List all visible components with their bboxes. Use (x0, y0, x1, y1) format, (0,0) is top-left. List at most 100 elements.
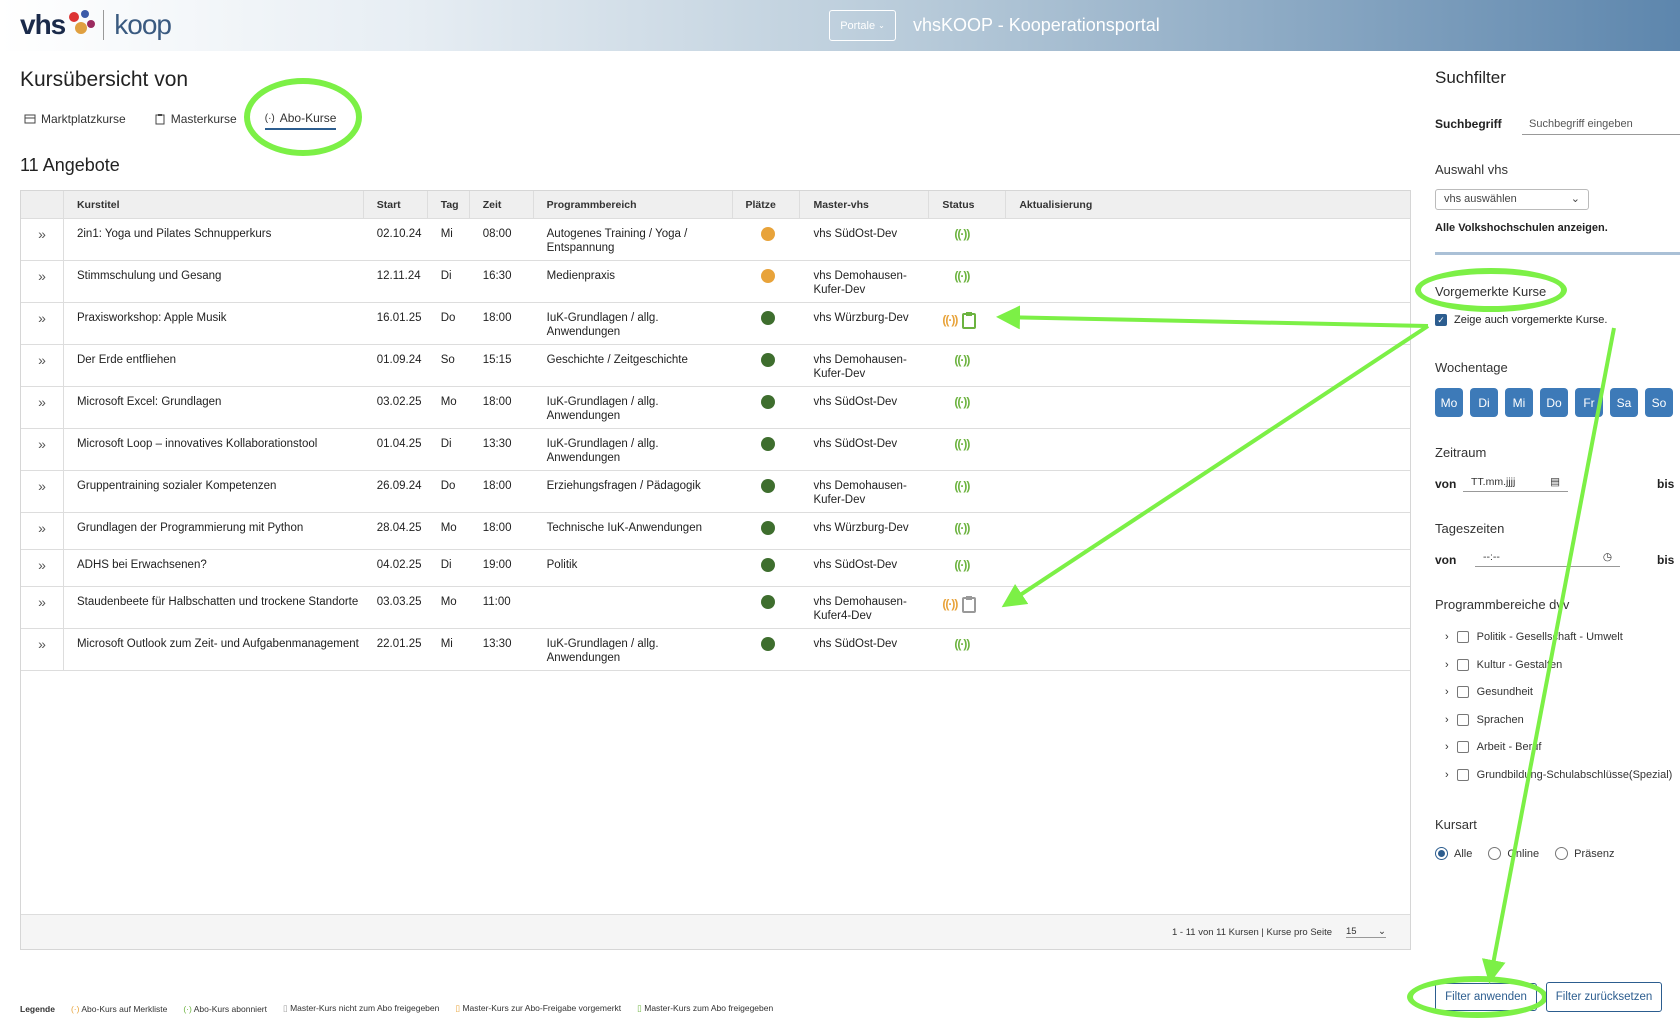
portale-label: Portale (840, 19, 876, 32)
expand-row-button[interactable]: » (21, 219, 64, 260)
marked-checkbox-row[interactable]: ✓ Zeige auch vorgemerkte Kurse. (1435, 314, 1607, 326)
expand-row-button[interactable]: » (21, 471, 64, 512)
date-from-input[interactable]: TT.mm.jjjj ▤ (1463, 474, 1568, 492)
expand-row-button[interactable]: » (21, 387, 64, 428)
double-chevron-right-icon: » (38, 636, 46, 652)
cell-status: ((·)) (929, 513, 1006, 549)
weekday-sa[interactable]: Sa (1610, 388, 1638, 417)
cell-master-vhs: vhs SüdOst-Dev (813, 396, 898, 408)
chevron-down-icon: ⌄ (1570, 193, 1580, 205)
status-icons: ((·)) (942, 311, 1006, 329)
kursart-radio-praesenz[interactable] (1555, 847, 1569, 860)
cell-plaetze (733, 513, 801, 549)
tab-marktplatzkurse[interactable]: Marktplatzkurse (24, 108, 126, 130)
weekday-fr[interactable]: Fr (1575, 388, 1603, 417)
expand-row-button[interactable]: » (21, 429, 64, 470)
expand-row-button[interactable]: » (21, 587, 64, 628)
programm-item[interactable]: › Sprachen (1445, 714, 1524, 726)
portale-dropdown[interactable]: Portale ⌄ (829, 10, 896, 41)
col-programmbereich[interactable]: Programmbereich (534, 191, 733, 218)
table-row[interactable]: » Stimmschulung und Gesang 12.11.24 Di 16:30… (21, 261, 1410, 303)
cell-programmbereich: IuK-Grundlagen / allg. Anwendungen (546, 438, 659, 464)
programm-item[interactable]: › Grundbildung-Schulabschlüsse(Spezial) (1445, 769, 1672, 781)
broadcast-subscribed-icon: ((·)) (954, 227, 970, 241)
col-kurstitel[interactable]: Kurstitel (64, 191, 364, 218)
clipboard-not-released-icon[interactable] (961, 595, 977, 613)
broadcast-subscribed-icon: ((·)) (954, 437, 970, 451)
clipboard-icon (155, 114, 165, 125)
clipboard-orange-icon: ▯ (455, 1003, 461, 1013)
cell-kurstitel: Grundlagen der Programmierung mit Python (76, 522, 304, 534)
kursart-radio-online[interactable] (1488, 847, 1502, 860)
expand-row-button[interactable]: » (21, 345, 64, 386)
cell-tag: Do (440, 480, 456, 492)
per-page-select[interactable]: 15 ⌄ (1346, 926, 1386, 938)
weekday-di[interactable]: Di (1470, 388, 1498, 417)
col-plaetze[interactable]: Plätze (733, 191, 801, 218)
table-row[interactable]: » Der Erde entfliehen 01.09.24 So 15:15 Gesch… (21, 345, 1410, 387)
weekdays-label: Wochentage (1435, 360, 1508, 375)
expand-row-button[interactable]: » (21, 550, 64, 586)
weekday-so[interactable]: So (1645, 388, 1673, 417)
expand-row-button[interactable]: » (21, 303, 64, 344)
cell-tag: Mo (440, 522, 457, 534)
legend-title: Legende (20, 1003, 55, 1014)
programm-checkbox[interactable] (1456, 714, 1469, 726)
programm-item[interactable]: › Kultur - Gestalten (1445, 659, 1562, 671)
offer-count: 11 Angebote (20, 155, 120, 175)
programm-item[interactable]: › Gesundheit (1445, 686, 1533, 698)
col-tag[interactable]: Tag (428, 191, 470, 218)
programm-checkbox[interactable] (1456, 686, 1469, 698)
programm-checkbox[interactable] (1456, 631, 1469, 643)
programm-checkbox[interactable] (1456, 769, 1469, 781)
table-row[interactable]: » Gruppentraining sozialer Kompetenzen 26.… (21, 471, 1410, 513)
table-row[interactable]: » Praxisworkshop: Apple Musik 16.01.25 Do 18… (21, 303, 1410, 345)
table-row[interactable]: » Microsoft Excel: Grundlagen 03.02.25 Mo 18… (21, 387, 1410, 429)
col-status[interactable]: Status (929, 191, 1007, 218)
reset-filter-button[interactable]: Filter zurücksetzen (1546, 982, 1662, 1012)
tab-label: Masterkurse (170, 112, 237, 126)
cell-zeit: 08:00 (482, 228, 512, 240)
table-row[interactable]: » ADHS bei Erwachsenen? 04.02.25 Di 19:00 Pol… (21, 550, 1410, 587)
clipboard-grey-icon: ▯ (283, 1003, 288, 1013)
programm-checkbox[interactable] (1456, 741, 1469, 753)
marked-checkbox[interactable]: ✓ (1435, 314, 1447, 326)
weekday-do[interactable]: Do (1540, 388, 1568, 417)
cell-master-vhs: vhs Demohausen-Kufer4-Dev (813, 596, 907, 622)
col-zeit[interactable]: Zeit (470, 191, 534, 218)
vhs-koop-logo[interactable]: vhs koop (20, 6, 172, 44)
table-row[interactable]: » 2in1: Yoga und Pilates Schnupperkurs 02.… (21, 219, 1410, 261)
kursart-label-praesenz: Präsenz (1574, 847, 1615, 860)
table-row[interactable]: » Staudenbeete für Halbschatten und trock… (21, 587, 1410, 629)
chevron-down-icon: ⌄ (878, 21, 885, 30)
vhs-select[interactable]: vhs auswählen ⌄ (1435, 189, 1589, 210)
col-start[interactable]: Start (364, 191, 428, 218)
weekday-mi[interactable]: Mi (1505, 388, 1533, 417)
table-row[interactable]: » Microsoft Outlook zum Zeit- und Aufgabe… (21, 629, 1410, 671)
expand-row-button[interactable]: » (21, 261, 64, 302)
clipboard-released-icon[interactable] (961, 311, 977, 329)
cell-zeit: 15:15 (482, 354, 512, 366)
weekday-mo[interactable]: Mo (1435, 388, 1463, 417)
tab-masterkurse[interactable]: Masterkurse (154, 108, 237, 130)
chevron-right-icon: › (1445, 714, 1449, 726)
col-master-vhs[interactable]: Master-vhs (800, 191, 930, 218)
time-from-input[interactable]: --:-- ◷ (1475, 549, 1620, 567)
kursart-radio-alle[interactable] (1435, 847, 1448, 860)
cell-aktualisierung (1006, 219, 1410, 260)
table-row[interactable]: » Microsoft Loop – innovatives Kollaborat… (21, 429, 1410, 471)
search-input[interactable]: Suchbegriff eingeben (1522, 115, 1680, 135)
programm-item[interactable]: › Arbeit - Beruf (1445, 741, 1541, 753)
logo-dots-icon (67, 8, 97, 42)
expand-row-button[interactable]: » (21, 629, 64, 670)
programm-item[interactable]: › Politik - Gesellschaft - Umwelt (1445, 631, 1623, 643)
expand-row-button[interactable]: » (21, 513, 64, 549)
broadcast-subscribed-icon: ((·)) (954, 521, 970, 535)
cell-tag: Mi (440, 638, 453, 650)
table-row[interactable]: » Grundlagen der Programmierung mit Pytho… (21, 513, 1410, 550)
show-all-vhs-link[interactable]: Alle Volkshochschulen anzeigen. (1435, 222, 1608, 234)
programm-checkbox[interactable] (1456, 659, 1469, 671)
col-aktualisierung[interactable]: Aktualisierung (1006, 191, 1410, 218)
double-chevron-right-icon: » (38, 394, 46, 410)
programmbereiche-label: Programmbereiche dvv (1435, 597, 1570, 612)
